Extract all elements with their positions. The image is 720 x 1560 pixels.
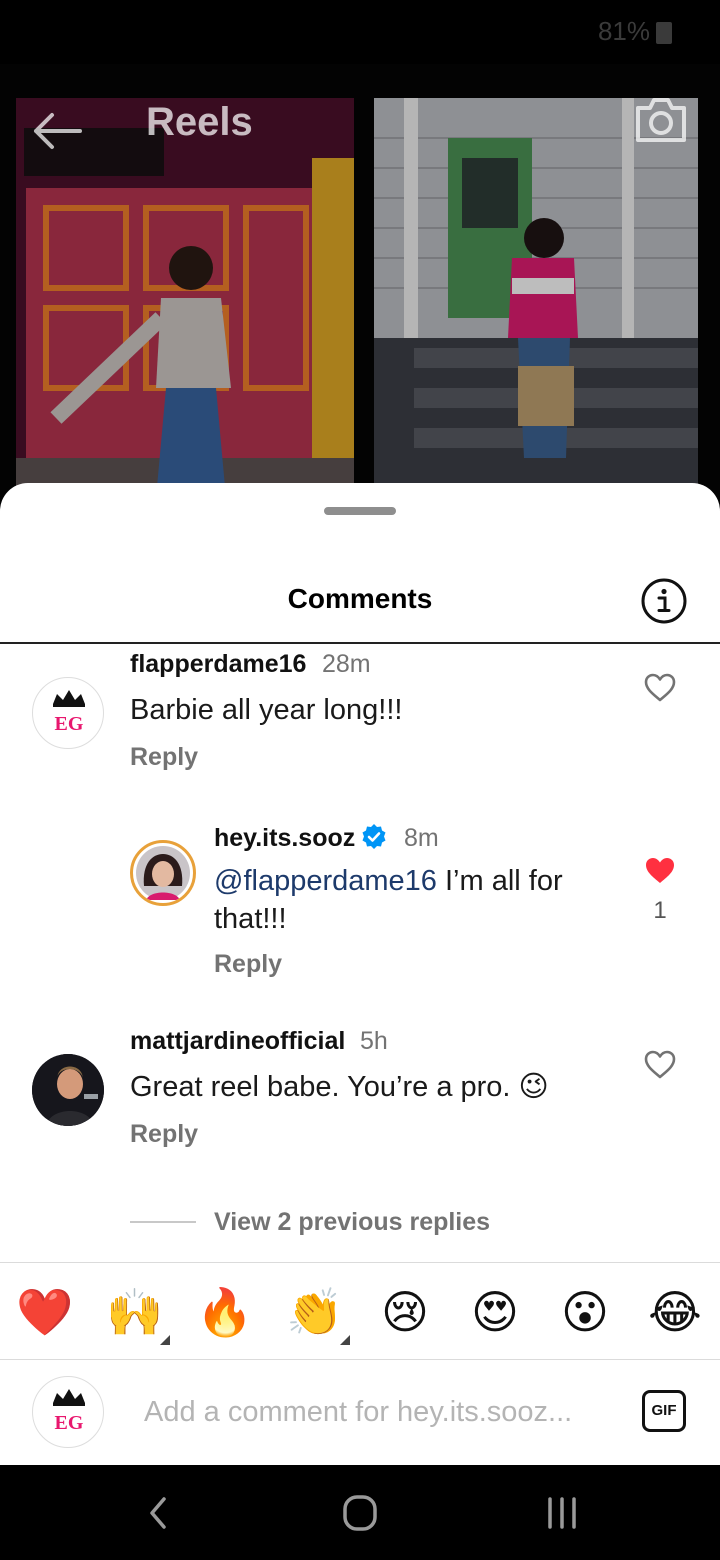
nav-back-icon[interactable] bbox=[130, 1491, 190, 1535]
mention-link[interactable]: @flapperdame16 bbox=[214, 865, 437, 897]
crown-logo-icon: EG bbox=[53, 1389, 85, 1434]
nav-home-icon[interactable] bbox=[330, 1491, 390, 1535]
reply-button[interactable]: Reply bbox=[130, 1120, 198, 1149]
comment-item: EG flapperdame16 28m Barbie all year lon… bbox=[0, 650, 720, 803]
info-icon[interactable] bbox=[640, 577, 688, 625]
comment-text: Great reel babe. You’re a pro. 😉 bbox=[130, 1071, 549, 1103]
comment-timestamp: 28m bbox=[322, 650, 371, 678]
avatar[interactable] bbox=[130, 840, 196, 906]
status-bar: 81% bbox=[0, 0, 720, 64]
reply-comment-item: hey.its.sooz 8m @flapperdame16 I’m all f… bbox=[0, 824, 720, 1000]
camera-icon[interactable] bbox=[632, 94, 690, 146]
emoji-heart-eyes[interactable]: 😍 bbox=[466, 1283, 524, 1341]
battery-icon bbox=[656, 22, 672, 44]
emoji-fire[interactable]: 🔥 bbox=[196, 1283, 254, 1341]
emoji-laughing[interactable]: 😂 bbox=[646, 1283, 704, 1341]
reels-header: Reels bbox=[0, 92, 720, 172]
emoji-crying[interactable]: 😢 bbox=[376, 1283, 434, 1341]
heart-filled-icon[interactable] bbox=[643, 855, 677, 887]
skin-tone-indicator bbox=[340, 1335, 350, 1345]
comment-item: mattjardineofficial 5h Great reel babe. … bbox=[0, 1027, 720, 1180]
reels-background: Reels bbox=[0, 64, 720, 504]
reply-button[interactable]: Reply bbox=[130, 743, 198, 772]
comment-text: Barbie all year long!!! bbox=[130, 694, 403, 726]
comment-input[interactable] bbox=[144, 1386, 614, 1438]
comment-username[interactable]: hey.its.sooz bbox=[214, 824, 355, 853]
sheet-title: Comments bbox=[287, 583, 433, 614]
emoji-clapping[interactable]: 👏 bbox=[286, 1283, 344, 1341]
comment-text: @flapperdame16 I’m all for that!!! bbox=[214, 862, 614, 938]
reply-button[interactable]: Reply bbox=[214, 950, 282, 979]
battery-level: 81% bbox=[597, 16, 650, 46]
comments-sheet: Comments EG flapperdame16 28m Barbie all… bbox=[0, 483, 720, 1465]
system-nav-bar bbox=[0, 1465, 720, 1560]
avatar-badge: EG bbox=[55, 1412, 84, 1434]
view-previous-replies[interactable]: View 2 previous replies bbox=[214, 1208, 490, 1237]
avatar[interactable]: EG bbox=[32, 677, 104, 749]
gif-button[interactable]: GIF bbox=[642, 1390, 686, 1432]
skin-tone-indicator bbox=[160, 1335, 170, 1345]
comment-username[interactable]: mattjardineofficial bbox=[130, 1027, 345, 1056]
header-divider bbox=[0, 642, 720, 644]
profile-photo bbox=[136, 846, 190, 900]
emoji-raised-hands[interactable]: 🙌 bbox=[106, 1283, 164, 1341]
comment-timestamp: 8m bbox=[404, 824, 439, 852]
nav-recents-icon[interactable] bbox=[532, 1491, 592, 1535]
emoji-surprised[interactable]: 😮 bbox=[556, 1283, 614, 1341]
profile-photo bbox=[32, 1054, 104, 1126]
sheet-grabber[interactable] bbox=[324, 507, 396, 515]
avatar: EG bbox=[32, 1376, 104, 1448]
comment-timestamp: 5h bbox=[360, 1027, 388, 1055]
comment-input-row: EG GIF bbox=[0, 1360, 720, 1465]
crown-logo-icon: EG bbox=[53, 690, 85, 735]
avatar[interactable] bbox=[32, 1054, 104, 1126]
emoji-quick-bar: ❤️ 🙌 🔥 👏 😢 😍 😮 😂 bbox=[0, 1263, 720, 1359]
emoji-heart[interactable]: ❤️ bbox=[16, 1283, 74, 1341]
verified-badge-icon bbox=[362, 824, 386, 849]
comment-username[interactable]: flapperdame16 bbox=[130, 650, 306, 679]
like-count: 1 bbox=[653, 897, 667, 924]
reels-title: Reels bbox=[146, 100, 253, 144]
view-replies-line bbox=[130, 1221, 196, 1223]
heart-outline-icon[interactable] bbox=[643, 1049, 677, 1081]
avatar-badge: EG bbox=[55, 713, 84, 735]
back-arrow-icon[interactable] bbox=[30, 108, 84, 154]
heart-outline-icon[interactable] bbox=[643, 672, 677, 704]
